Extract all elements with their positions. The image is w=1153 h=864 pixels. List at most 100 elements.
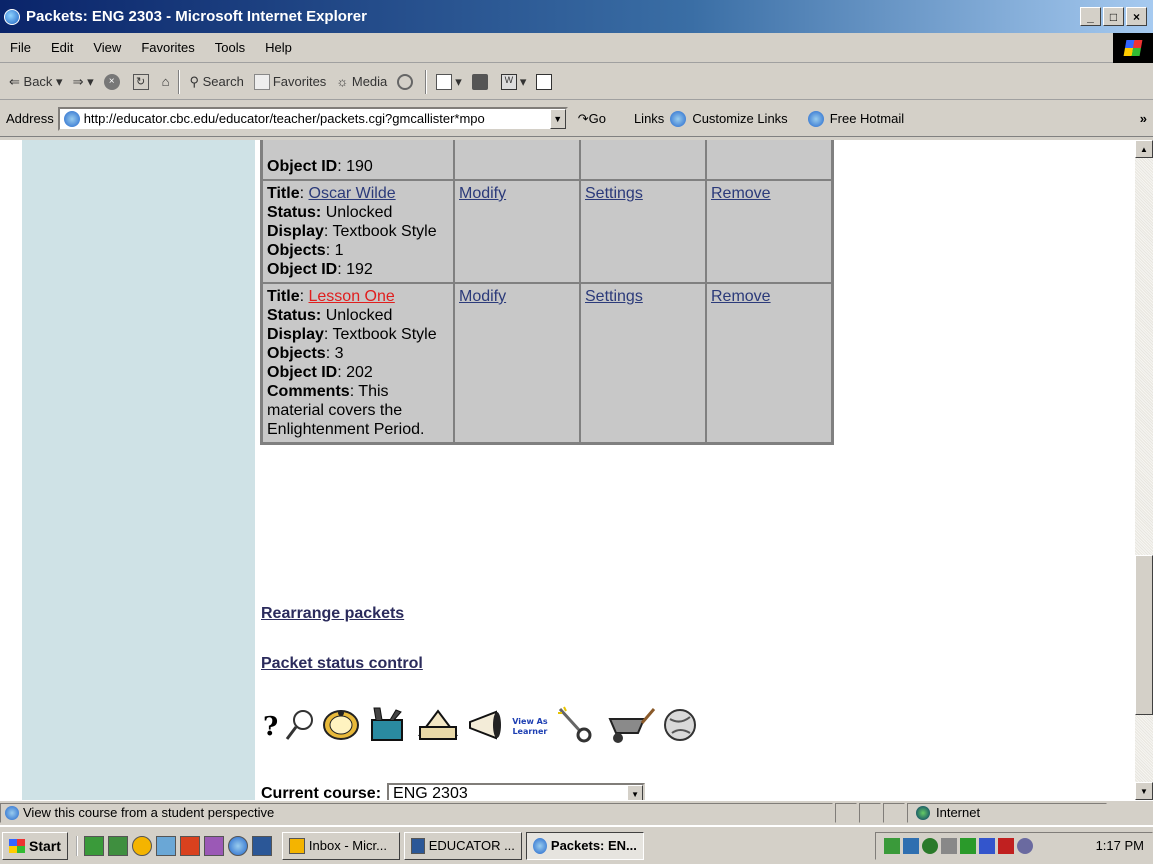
clock[interactable]: 1:17 PM (1096, 838, 1144, 853)
packet-status-control-link[interactable]: Packet status control (261, 655, 423, 673)
status-value: Unlocked (325, 204, 393, 221)
address-dropdown-icon[interactable]: ▼ (549, 108, 566, 129)
page-content: Object ID: 190 Title: Oscar Wilde Status… (0, 140, 1135, 800)
word-icon[interactable] (251, 835, 272, 856)
current-course-label: Current course: (261, 785, 382, 800)
packet-title-link[interactable]: Lesson One (309, 288, 395, 305)
home-button[interactable]: ⌂ (157, 74, 175, 89)
back-label: Back (23, 74, 53, 89)
refresh-button[interactable]: ↻ (128, 73, 157, 90)
links-label[interactable]: Links (634, 111, 664, 126)
forward-button[interactable]: ⇒ ▾ (68, 74, 99, 90)
refresh-icon: ↻ (132, 73, 149, 90)
comments-label: Comments (267, 383, 350, 400)
menu-view[interactable]: View (83, 40, 131, 55)
chevron-down-icon[interactable]: ▼ (627, 785, 644, 800)
history-button[interactable] (392, 73, 421, 90)
quick-launch-icon[interactable] (83, 835, 104, 856)
megaphone-icon[interactable] (466, 710, 506, 743)
packets-table: Object ID: 190 Title: Oscar Wilde Status… (260, 140, 834, 445)
objects-value: 1 (334, 242, 344, 259)
discuss-button[interactable] (531, 73, 560, 90)
scroll-down-icon[interactable]: ▼ (1135, 782, 1153, 800)
start-button[interactable]: Start (2, 831, 68, 860)
menu-help[interactable]: Help (255, 40, 302, 55)
tray-icon[interactable] (960, 837, 976, 854)
tray-icon[interactable] (922, 837, 938, 854)
menu-favorites[interactable]: Favorites (131, 40, 204, 55)
quick-launch-icon[interactable] (155, 835, 176, 856)
scroll-up-icon[interactable]: ▲ (1135, 140, 1153, 158)
minimize-button[interactable]: _ (1080, 7, 1101, 26)
tray-icon[interactable] (903, 837, 919, 854)
search-icon: ⚲ (189, 73, 200, 89)
edit-button[interactable]: W ▾ (496, 73, 532, 90)
menu-tools[interactable]: Tools (205, 40, 255, 55)
links-bar: Links Customize Links Free Hotmail (634, 110, 904, 127)
tray-icon[interactable] (1017, 837, 1033, 854)
remove-link[interactable]: Remove (711, 185, 771, 202)
tools-icon-row: ? View As Learner (263, 705, 698, 748)
vertical-scrollbar[interactable]: ▲ ▼ (1135, 140, 1153, 800)
remove-link[interactable]: Remove (711, 288, 771, 305)
ie-icon[interactable] (227, 835, 248, 856)
title-label: Title (267, 288, 300, 305)
view-as-learner-button[interactable]: View As Learner (512, 717, 547, 737)
close-button[interactable]: × (1126, 7, 1147, 26)
media-button[interactable]: ☼ Media (331, 74, 392, 89)
favorites-button[interactable]: Favorites (249, 73, 331, 90)
quick-launch-icon[interactable] (203, 835, 224, 856)
free-hotmail-link[interactable]: Free Hotmail (830, 111, 904, 126)
task-educator[interactable]: EDUCATOR ... (403, 831, 522, 860)
modify-link[interactable]: Modify (459, 288, 506, 305)
outlook-icon (288, 837, 305, 854)
magnifier-icon[interactable] (284, 708, 316, 745)
tray-icon[interactable] (941, 837, 957, 854)
quick-launch-icon[interactable] (107, 835, 128, 856)
ie-icon (532, 837, 547, 854)
mail-button[interactable]: ▾ (431, 73, 467, 90)
taskbar: Start Inbox - Micr... EDUCATOR ... Packe… (0, 825, 1153, 864)
stop-button[interactable]: × (99, 73, 128, 90)
ie-link-icon (807, 110, 824, 127)
keys-icon[interactable] (554, 705, 598, 748)
more-links-chevron[interactable]: » (1140, 111, 1147, 126)
rearrange-packets-link[interactable]: Rearrange packets (261, 605, 404, 623)
address-bar: Address http://educator.cbc.edu/educator… (0, 101, 1153, 137)
compass-icon[interactable] (322, 708, 360, 745)
tray-icon[interactable] (998, 837, 1014, 854)
print-button[interactable] (467, 73, 496, 90)
packet-title-link[interactable]: Oscar Wilde (309, 185, 396, 202)
address-input[interactable]: http://educator.cbc.edu/educator/teacher… (57, 106, 568, 131)
customize-links-link[interactable]: Customize Links (692, 111, 787, 126)
quick-launch-icon[interactable] (179, 835, 200, 856)
tray-icon[interactable] (979, 837, 995, 854)
task-inbox[interactable]: Inbox - Micr... (281, 831, 400, 860)
maximize-button[interactable]: □ (1103, 7, 1124, 26)
title-bar: Packets: ENG 2303 - Microsoft Internet E… (0, 0, 1153, 33)
modify-link[interactable]: Modify (459, 185, 506, 202)
search-button[interactable]: ⚲ Search (184, 74, 248, 90)
menu-edit[interactable]: Edit (41, 40, 83, 55)
back-button[interactable]: ⇐ Back ▾ (4, 74, 68, 90)
status-message: View this course from a student perspect… (23, 805, 275, 820)
favorites-label: Favorites (272, 74, 327, 89)
quick-launch-icon[interactable] (131, 835, 152, 856)
tray-icon[interactable] (884, 837, 900, 854)
settings-link[interactable]: Settings (585, 288, 643, 305)
mail-icon[interactable] (416, 707, 460, 746)
current-course-select[interactable]: ENG 2303 ▼ (387, 783, 646, 800)
task-packets[interactable]: Packets: EN... (525, 831, 644, 860)
settings-link[interactable]: Settings (585, 185, 643, 202)
object-id-label: Object ID (267, 158, 338, 175)
globe-icon[interactable] (662, 707, 698, 746)
wheelbarrow-icon[interactable] (604, 705, 656, 748)
scroll-thumb[interactable] (1135, 555, 1153, 715)
status-pane (883, 802, 905, 823)
help-icon[interactable]: ? (263, 712, 278, 742)
menu-file[interactable]: File (0, 40, 41, 55)
display-label: Display (267, 223, 324, 240)
print-icon (471, 73, 488, 90)
go-button[interactable]: ↷Go (578, 111, 606, 127)
toolbox-icon[interactable] (366, 706, 410, 747)
